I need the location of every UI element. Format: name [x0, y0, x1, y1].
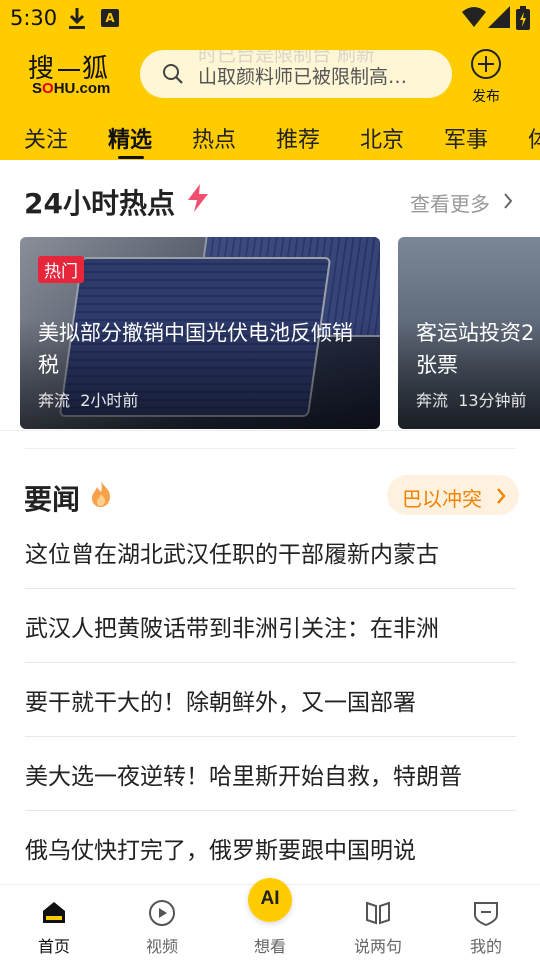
- card-title: 美拟部分撤销中国光伏电池反倾销税: [38, 321, 353, 377]
- ai-button[interactable]: AI: [248, 878, 292, 922]
- lightning-icon: [186, 184, 210, 216]
- tab-featured[interactable]: 精选: [108, 122, 152, 154]
- hot-badge: 热门: [38, 256, 84, 283]
- logo-en-2: HU.com: [53, 80, 111, 97]
- play-circle-icon: [148, 899, 176, 931]
- see-more-link[interactable]: 查看更多: [410, 188, 490, 217]
- keyboard-a-icon: A: [101, 9, 119, 27]
- tab-follow[interactable]: 关注: [24, 122, 68, 154]
- search-icon: [162, 63, 184, 89]
- nav-me[interactable]: 我的: [432, 885, 540, 960]
- topic-chip-label: 巴以冲突: [402, 487, 482, 511]
- chevron-right-icon: [495, 487, 507, 509]
- active-tab-indicator: [118, 156, 144, 159]
- card-source: 奔流: [38, 391, 71, 410]
- search-input[interactable]: 山取颜料师已被限制高…: [198, 62, 438, 89]
- logo-en-1: S: [32, 80, 43, 97]
- logo-en-dot: O: [42, 80, 54, 97]
- news-headline: 武汉人把黄陂话带到非洲引关注：在非洲: [25, 616, 439, 642]
- shield-profile-icon: [472, 899, 500, 931]
- card-title-line1: 客运站投资2: [416, 321, 535, 345]
- nav-home-label: 首页: [37, 937, 70, 956]
- search-bar[interactable]: 时已台是限制台 刷新 山取颜料师已被限制高…: [140, 50, 452, 98]
- topic-chip[interactable]: 巴以冲突: [387, 475, 519, 515]
- nav-comment[interactable]: 说两句: [324, 885, 432, 960]
- news-item[interactable]: 美大选一夜逆转！哈里斯开始自救，特朗普: [25, 737, 516, 811]
- card-meta: 奔流 2小时前: [38, 387, 138, 411]
- status-bar: 5:30 A: [0, 0, 540, 36]
- card-source: 奔流: [416, 391, 449, 410]
- news-item[interactable]: 这位曾在湖北武汉任职的干部履新内蒙古: [25, 515, 516, 589]
- section-divider: [25, 448, 516, 449]
- tab-hot[interactable]: 热点: [192, 122, 236, 154]
- battery-icon: [516, 6, 530, 34]
- news-headline: 俄乌仗快打完了，俄罗斯要跟中国明说: [25, 838, 416, 864]
- news-list: 这位曾在湖北武汉任职的干部履新内蒙古 武汉人把黄陂话带到非洲引关注：在非洲 要干…: [25, 515, 516, 885]
- nav-want-label: 想看: [253, 937, 286, 956]
- plus-circle-icon: [470, 49, 502, 84]
- card-title-line2: 张票: [416, 353, 458, 377]
- hot24-title: 24小时热点: [24, 187, 175, 220]
- chevron-right-icon: [502, 192, 514, 214]
- nav-comment-label: 说两句: [353, 937, 402, 956]
- fire-icon: [90, 480, 112, 512]
- sohu-logo[interactable]: 搜狐 SOHU.com: [24, 48, 120, 102]
- ai-icon: AI: [260, 888, 280, 909]
- wifi-icon: [462, 6, 486, 32]
- status-time: 5:30: [10, 6, 58, 30]
- tab-beijing[interactable]: 北京: [360, 122, 404, 154]
- download-icon: [66, 6, 88, 34]
- tab-sports[interactable]: 体: [528, 122, 540, 154]
- nav-home[interactable]: 首页: [0, 885, 108, 960]
- news-headline: 这位曾在湖北武汉任职的干部履新内蒙古: [25, 542, 439, 568]
- news-section-title: 要闻: [24, 483, 81, 516]
- hot-card[interactable]: 客运站投资2 张票 奔流 13分钟前: [398, 237, 540, 429]
- card-time: 2小时前: [80, 391, 139, 410]
- tab-recommend[interactable]: 推荐: [276, 122, 320, 154]
- news-headline: 美大选一夜逆转！哈里斯开始自救，特朗普: [25, 764, 462, 790]
- news-item[interactable]: 武汉人把黄陂话带到非洲引关注：在非洲: [25, 589, 516, 663]
- publish-label: 发布: [472, 89, 500, 105]
- card-meta: 奔流 13分钟前: [416, 387, 527, 411]
- section-divider: [0, 430, 540, 431]
- logo-english: SOHU.com: [32, 80, 110, 97]
- channel-tabs: 关注 精选 热点 推荐 北京 军事 体: [0, 118, 540, 160]
- nav-me-label: 我的: [469, 937, 502, 956]
- news-headline: 要干就干大的！除朝鲜外，又一国部署: [25, 690, 416, 716]
- news-item[interactable]: 俄乌仗快打完了，俄罗斯要跟中国明说: [25, 811, 516, 885]
- nav-video-label: 视频: [145, 937, 178, 956]
- card-title: 客运站投资2 张票: [416, 317, 540, 381]
- top-header: 5:30 A 搜狐 SOHU.com 时已台是限制台 刷新 山取颜料师已被限制高…: [0, 0, 540, 160]
- publish-button[interactable]: 发布: [466, 48, 506, 106]
- signal-icon: [488, 6, 510, 32]
- nav-video[interactable]: 视频: [108, 885, 216, 960]
- tab-military[interactable]: 军事: [444, 122, 488, 154]
- open-book-icon: [364, 899, 392, 931]
- home-icon: [40, 899, 68, 931]
- card-time: 13分钟前: [458, 391, 527, 410]
- hot-card[interactable]: 热门 美拟部分撤销中国光伏电池反倾销税 奔流 2小时前: [20, 237, 380, 429]
- news-item[interactable]: 要干就干大的！除朝鲜外，又一国部署: [25, 663, 516, 737]
